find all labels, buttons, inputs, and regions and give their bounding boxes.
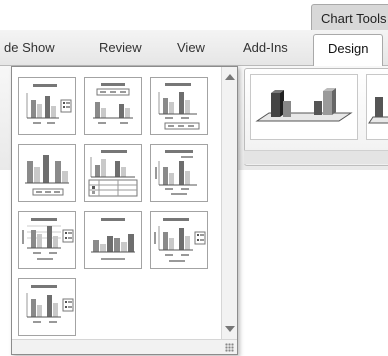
chart-layout-9[interactable]: [150, 211, 208, 269]
chart-layout-4[interactable]: [18, 144, 76, 202]
scroll-down-arrow-icon[interactable]: [225, 326, 235, 332]
layout-8-icon: [91, 218, 135, 260]
chart-tools-context-tab: Chart Tools: [311, 4, 388, 31]
tab-slide-show[interactable]: de Show: [4, 40, 55, 55]
layout-9-icon: [154, 218, 206, 262]
layout-4-icon: [25, 155, 69, 196]
chart-layout-7[interactable]: [18, 211, 76, 269]
chart-layout-8[interactable]: [84, 211, 142, 269]
chart-style-3d-bars-icon: [255, 88, 353, 122]
tab-design[interactable]: Design: [313, 34, 384, 67]
tab-review[interactable]: Review: [99, 40, 142, 55]
chart-style-thumbnail[interactable]: [250, 74, 358, 140]
tab-view[interactable]: View: [177, 40, 205, 55]
chart-layout-5[interactable]: [84, 144, 142, 202]
chart-tools-label: Chart Tools: [321, 11, 387, 26]
chart-layout-6[interactable]: [150, 144, 208, 202]
gallery-resize-bar[interactable]: [12, 339, 237, 354]
tab-add-ins[interactable]: Add-Ins: [243, 40, 288, 55]
chart-style-thumbnail[interactable]: [366, 74, 388, 140]
layout-5-icon: [88, 150, 138, 197]
chart-layout-10[interactable]: [18, 278, 76, 336]
layout-1-icon: [26, 84, 72, 124]
chart-layout-1[interactable]: [18, 77, 76, 135]
ribbon-tab-bar: de Show Review View Add-Ins Design: [0, 30, 388, 67]
chart-layouts-gallery: [11, 66, 238, 355]
layout-2-icon: [93, 83, 133, 124]
layout-7-icon: [22, 218, 74, 260]
scroll-up-arrow-icon[interactable]: [225, 74, 235, 80]
ribbon-group-footer: [244, 150, 388, 164]
chart-layout-2[interactable]: [84, 77, 142, 135]
chart-style-3d-bars-icon: [368, 97, 388, 124]
layout-6-icon: [155, 150, 197, 195]
layout-3-icon: [158, 83, 200, 130]
chart-layout-3[interactable]: [150, 77, 208, 135]
layout-10-icon: [26, 285, 74, 323]
gallery-scrollbar[interactable]: [221, 67, 237, 339]
resize-grip-icon[interactable]: [225, 343, 234, 352]
